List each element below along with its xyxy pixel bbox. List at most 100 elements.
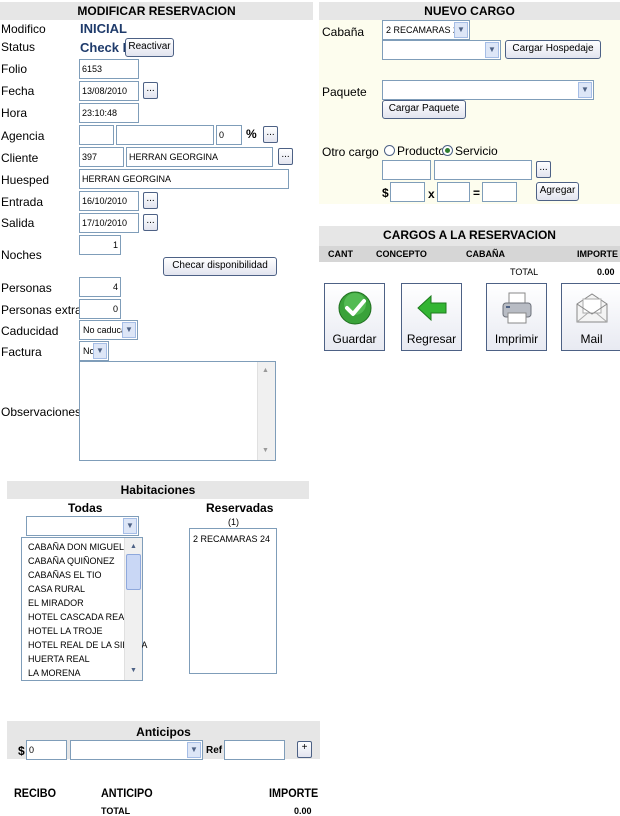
agencia-search-button[interactable]: ... (263, 126, 278, 143)
col-importe-cargos: IMPORTE (577, 249, 619, 259)
cabana-select[interactable]: 2 RECAMARAS 24 ▼ (382, 20, 470, 40)
add-anticipo-button[interactable]: + (297, 741, 312, 758)
nuevo-cargo-header: NUEVO CARGO (319, 2, 620, 20)
folio-label: Folio (1, 62, 28, 76)
cliente-search-button[interactable]: ... (278, 148, 293, 165)
otro-search-button[interactable]: ... (536, 161, 551, 178)
check-icon (338, 291, 371, 325)
imprimir-button[interactable]: Imprimir (486, 283, 547, 351)
anticipo-dollar: $ (18, 744, 25, 758)
habitaciones-header: Habitaciones (7, 481, 309, 499)
reservadas-listbox[interactable]: 2 RECAMARAS 24 (189, 528, 277, 674)
personas-extra-input[interactable] (79, 299, 121, 319)
status-label: Status (1, 40, 36, 54)
caducidad-select[interactable]: No caduca ▼ (79, 320, 138, 340)
reservadas-label: Reservadas (206, 501, 274, 515)
agencia-pct-input[interactable] (216, 125, 242, 145)
entrada-input[interactable] (79, 191, 139, 211)
salida-input[interactable] (79, 213, 139, 233)
cargos-total-value: 0.00 (597, 267, 615, 277)
mail-button[interactable]: Mail (561, 283, 620, 351)
cargos-title: CARGOS A LA RESERVACION (383, 228, 556, 242)
anticipo-forma-select[interactable]: ▼ (70, 740, 203, 760)
guardar-button[interactable]: Guardar (324, 283, 385, 351)
salida-picker-button[interactable]: ... (143, 214, 158, 231)
observaciones-label: Observaciones (1, 405, 82, 419)
entrada-picker-button[interactable]: ... (143, 192, 158, 209)
cliente-name-input[interactable] (126, 147, 273, 167)
cargar-paquete-button[interactable]: Cargar Paquete (382, 100, 466, 119)
agregar-button[interactable]: Agregar (536, 182, 579, 201)
chevron-down-icon: ▼ (122, 322, 136, 338)
fecha-input[interactable] (79, 81, 139, 101)
observaciones-scrollbar[interactable]: ▲ ▼ (257, 362, 275, 460)
cliente-code-input[interactable] (79, 147, 124, 167)
otro-concepto-input[interactable] (434, 160, 532, 180)
envelope-icon (576, 293, 607, 323)
otro-codigo-input[interactable] (382, 160, 431, 180)
personas-label: Personas (1, 281, 52, 295)
chevron-down-icon: ▼ (485, 42, 499, 58)
regresar-button[interactable]: Regresar (401, 283, 462, 351)
cabana-value: 2 RECAMARAS 24 (386, 25, 464, 35)
percent-sign: % (246, 127, 257, 141)
huesped-label: Huesped (1, 173, 50, 187)
agencia-name-input[interactable] (116, 125, 214, 145)
col-cabana: CABAÑA (466, 249, 505, 259)
cargar-hospedaje-button[interactable]: Cargar Hospedaje (505, 40, 601, 59)
servicio-radio[interactable] (442, 145, 453, 156)
hora-label: Hora (1, 106, 28, 120)
cargo-times: x (428, 187, 435, 201)
mail-label: Mail (580, 332, 603, 346)
anticipo-amount-input[interactable] (26, 740, 67, 760)
nuevo-cargo-title: NUEVO CARGO (424, 4, 515, 18)
noches-label: Noches (1, 248, 42, 262)
todas-listbox[interactable]: CABAÑA DON MIGUEL CABAÑA QUIÑONEZ CABAÑA… (21, 537, 147, 681)
reactivar-button[interactable]: Reactivar (125, 38, 174, 57)
cabana-tarifa-select[interactable]: ▼ (382, 40, 501, 60)
fecha-label: Fecha (1, 84, 35, 98)
personas-input[interactable] (79, 277, 121, 297)
reservadas-count: (1) (228, 517, 239, 527)
noches-input[interactable] (79, 235, 121, 255)
ref-input[interactable] (224, 740, 285, 760)
chevron-down-icon: ▼ (93, 343, 107, 359)
chevron-down-icon: ▼ (187, 742, 201, 758)
col-anticipo: ANTICIPO (101, 786, 153, 800)
col-recibo: RECIBO (14, 786, 57, 800)
cargo-cantidad-input[interactable] (437, 182, 470, 202)
agencia-label: Agencia (1, 129, 45, 143)
hora-input[interactable] (79, 103, 139, 123)
factura-select[interactable]: No ▼ (79, 341, 109, 361)
fecha-picker-button[interactable]: ... (143, 82, 158, 99)
guardar-label: Guardar (332, 332, 377, 346)
paquete-select[interactable]: ▼ (382, 80, 594, 100)
habitaciones-title: Habitaciones (120, 483, 196, 497)
folio-input[interactable] (79, 59, 139, 79)
cargo-dollar: $ (382, 186, 389, 200)
huesped-input[interactable] (79, 169, 289, 189)
checar-disponibilidad-button[interactable]: Checar disponibilidad (163, 257, 277, 276)
radio-dot-icon (445, 148, 450, 153)
todas-select[interactable]: ▼ (26, 516, 139, 536)
col-concepto: CONCEPTO (376, 249, 427, 259)
servicio-label: Servicio (455, 144, 498, 158)
paquete-label: Paquete (322, 85, 367, 99)
cargos-total-label: TOTAL (510, 267, 539, 277)
salida-label: Salida (1, 216, 35, 230)
cargo-precio-input[interactable] (390, 182, 425, 202)
observaciones-textarea[interactable]: ▲ ▼ (79, 361, 276, 461)
personas-extra-label: Personas extra (1, 303, 82, 317)
producto-label: Producto (397, 144, 446, 158)
cargo-total-input[interactable] (482, 182, 517, 202)
producto-radio[interactable] (384, 145, 395, 156)
chevron-down-icon: ▼ (578, 82, 592, 98)
anticipos-title: Anticipos (136, 725, 191, 739)
entrada-label: Entrada (1, 195, 44, 209)
cargo-equals: = (473, 186, 481, 200)
agencia-code-input[interactable] (79, 125, 114, 145)
otro-cargo-label: Otro cargo (322, 145, 379, 159)
reservacion-header: MODIFICAR RESERVACION (0, 2, 313, 20)
todas-scrollbar[interactable]: ▲ ▼ (124, 538, 142, 680)
list-item[interactable]: 2 RECAMARAS 24 (190, 529, 276, 546)
